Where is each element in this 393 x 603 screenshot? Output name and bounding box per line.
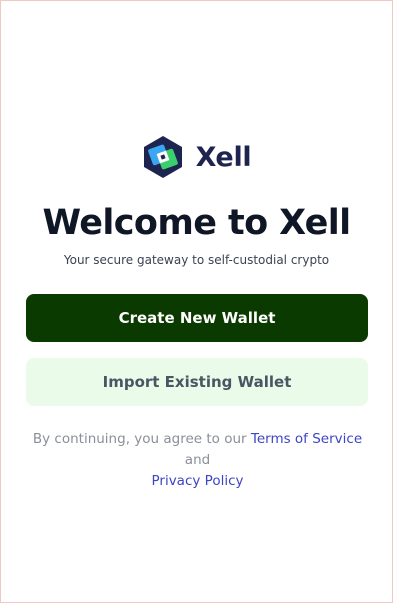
terms-of-service-link[interactable]: Terms of Service	[251, 431, 362, 447]
legal-notice: By continuing, you agree to our Terms of…	[23, 429, 372, 492]
import-wallet-button[interactable]: Import Existing Wallet	[26, 358, 368, 406]
brand-name: Xell	[195, 141, 252, 173]
legal-and: and	[184, 452, 211, 468]
legal-prefix: By continuing, you agree to our	[32, 431, 247, 447]
brand-header: Xell	[1, 135, 392, 179]
welcome-screen: Xell Welcome to Xell Your secure gateway…	[0, 0, 393, 603]
welcome-title: Welcome to Xell	[42, 203, 351, 243]
privacy-policy-link[interactable]: Privacy Policy	[151, 473, 243, 489]
welcome-subtitle: Your secure gateway to self-custodial cr…	[63, 253, 330, 267]
create-wallet-button[interactable]: Create New Wallet	[26, 294, 368, 342]
xell-logo-icon	[143, 136, 182, 178]
